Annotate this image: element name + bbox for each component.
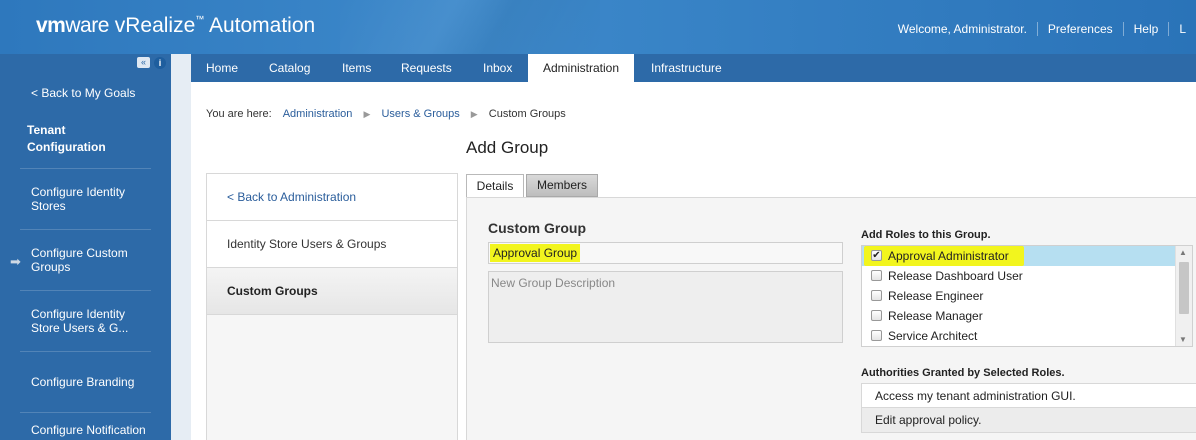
group-form: Custom Group Approval Group New Group De… [466,197,1196,440]
sidebar-edge [171,54,191,440]
roles-list: ✔ Approval Administrator Release Dashboa… [861,245,1193,347]
brand-logo: vmware vRealize™ Automation [36,14,316,37]
tab-catalog[interactable]: Catalog [254,54,325,82]
tab-inbox[interactable]: Inbox [468,54,527,82]
sidebar-item-configure-branding[interactable]: Configure Branding [20,351,151,412]
sidebar-item-configure-notification[interactable]: Configure Notification [20,412,151,440]
role-label: Approval Administrator [888,249,1009,263]
role-label: Release Manager [888,309,983,323]
left-sidebar: « i < Back to My Goals Tenant Configurat… [0,54,171,440]
tab-items[interactable]: Items [327,54,386,82]
scroll-thumb[interactable] [1179,262,1189,314]
header-decoration [340,0,600,54]
breadcrumb: You are here: Administration ▶ Users & G… [206,108,566,120]
role-checkbox[interactable] [871,290,882,301]
subnav-identity-store-users-groups[interactable]: Identity Store Users & Groups [207,221,457,268]
group-name-input[interactable]: Approval Group [488,242,843,264]
role-item-release-engineer[interactable]: Release Engineer [862,286,1175,306]
custom-group-heading: Custom Group [488,220,586,236]
tab-administration[interactable]: Administration [528,54,635,82]
help-link[interactable]: Help [1122,22,1169,36]
breadcrumb-separator-icon: ▶ [363,109,371,119]
group-description-input[interactable]: New Group Description [488,271,843,343]
page-title: Add Group [466,138,549,157]
authority-item: Edit approval policy. [861,408,1196,433]
breadcrumb-prefix: You are here: [206,108,272,120]
role-checkbox[interactable] [871,330,882,341]
authority-item: Access my tenant administration GUI. [861,383,1196,408]
scroll-up-icon[interactable]: ▲ [1179,248,1187,257]
role-label: Service Architect [888,329,978,343]
header-links: Welcome, Administrator. Preferences Help L [888,22,1196,36]
app-root: vmware vRealize™ Automation Welcome, Adm… [0,0,1196,440]
main-content: You are here: Administration ▶ Users & G… [191,82,1196,440]
breadcrumb-administration[interactable]: Administration [283,108,353,120]
role-item-release-dashboard-user[interactable]: Release Dashboard User [862,266,1175,286]
tab-details[interactable]: Details [466,174,524,198]
tab-home[interactable]: Home [191,54,253,82]
sidebar-item-configure-identity-stores[interactable]: Configure Identity Stores [20,168,151,229]
role-checkbox[interactable] [871,270,882,281]
collapse-sidebar-icon[interactable]: « [137,57,150,68]
tab-members[interactable]: Members [526,174,598,197]
preferences-link[interactable]: Preferences [1036,22,1123,36]
logout-link[interactable]: L [1168,22,1196,36]
breadcrumb-separator-icon: ▶ [470,109,478,119]
main-nav: Home Catalog Items Requests Inbox Admini… [191,54,1196,82]
authorities-label: Authorities Granted by Selected Roles. [861,367,1065,379]
authorities-list: Access my tenant administration GUI. Edi… [861,383,1196,433]
roles-scrollbar[interactable]: ▲ ▼ [1175,246,1192,346]
admin-sub-nav: < Back to Administration Identity Store … [206,173,458,440]
back-to-my-goals-link[interactable]: < Back to My Goals [31,86,135,100]
sidebar-item-configure-identity-store-users[interactable]: Configure Identity Store Users & G... [20,290,151,351]
welcome-text: Welcome, Administrator. [897,22,1027,36]
role-item-release-manager[interactable]: Release Manager [862,306,1175,326]
tab-requests[interactable]: Requests [386,54,467,82]
role-item-approval-administrator[interactable]: ✔ Approval Administrator [862,246,1175,266]
sidebar-item-configure-custom-groups[interactable]: Configure Custom Groups [20,229,151,290]
tab-infrastructure[interactable]: Infrastructure [636,54,737,82]
subnav-custom-groups[interactable]: Custom Groups [207,268,457,315]
roles-label: Add Roles to this Group. [861,229,991,241]
role-label: Release Engineer [888,289,984,303]
group-name-value: Approval Group [490,244,581,262]
sidebar-section-title: Tenant Configuration [27,123,106,154]
breadcrumb-current: Custom Groups [488,108,566,120]
role-checkbox-checked[interactable]: ✔ [871,250,882,261]
role-checkbox[interactable] [871,310,882,321]
scroll-down-icon[interactable]: ▼ [1179,335,1187,344]
back-to-administration-link[interactable]: < Back to Administration [207,174,457,221]
role-label: Release Dashboard User [888,269,1023,283]
info-icon[interactable]: i [154,57,166,69]
role-item-service-architect[interactable]: Service Architect [862,326,1175,346]
top-header: vmware vRealize™ Automation Welcome, Adm… [0,0,1196,54]
breadcrumb-users-groups[interactable]: Users & Groups [381,108,459,120]
